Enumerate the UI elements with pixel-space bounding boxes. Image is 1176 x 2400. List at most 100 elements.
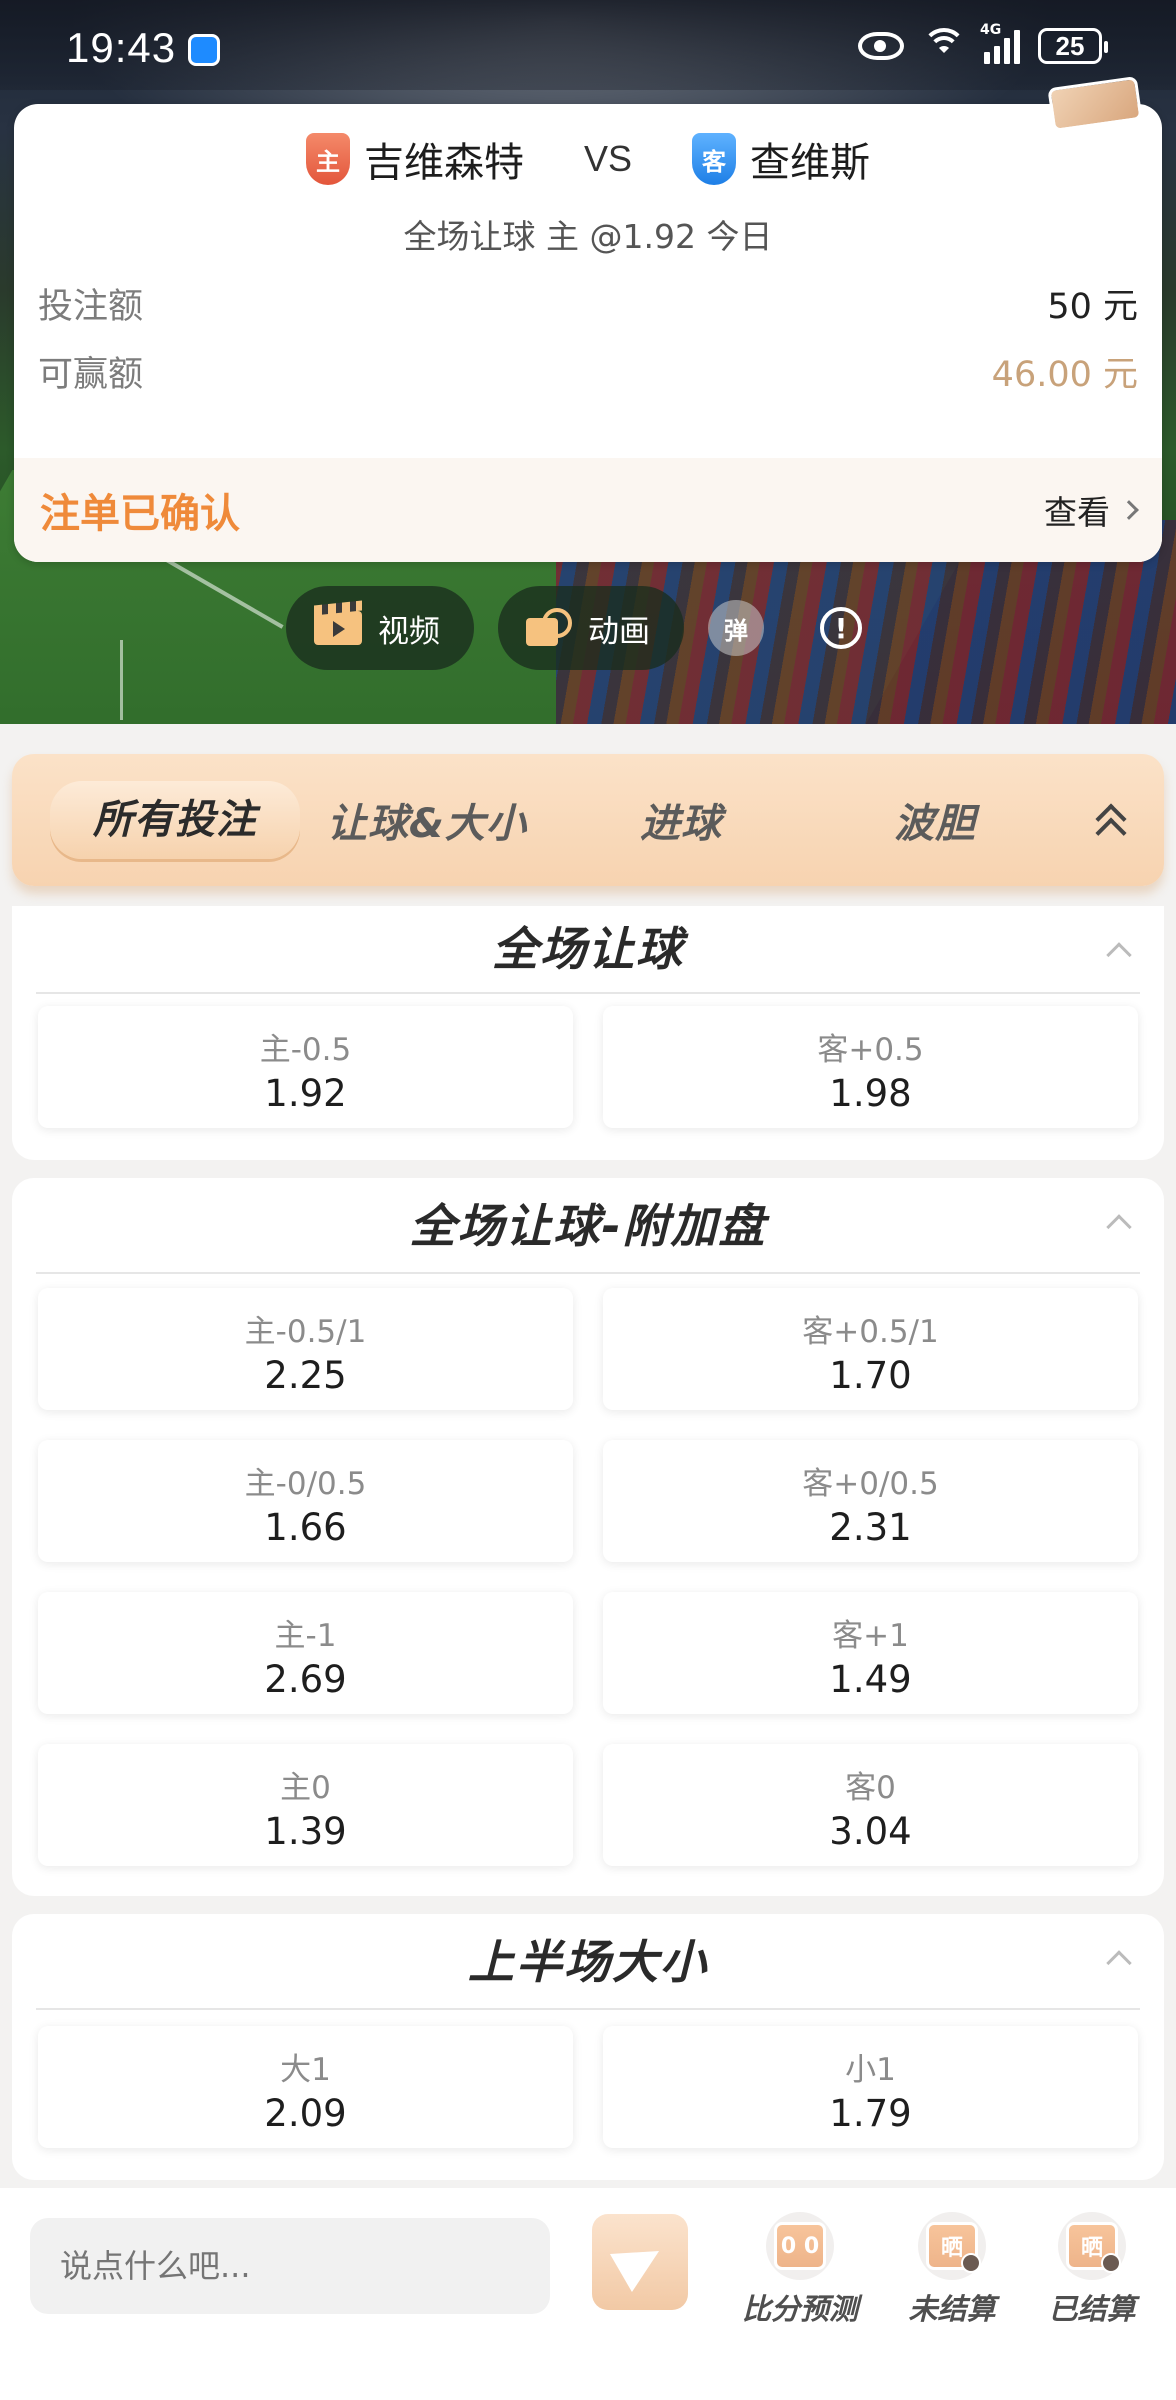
odds-option[interactable]: 主-0/0.5 1.66 xyxy=(38,1440,573,1562)
collapse-tabs-icon[interactable] xyxy=(1092,803,1132,849)
tab-handicap-total[interactable]: 让球&大小 xyxy=(300,791,554,849)
shield-icon xyxy=(188,34,220,66)
bet-confirmation-card: 主 吉维森特 VS 客 查维斯 全场让球 主 @1.92 今日 投注额 50 元… xyxy=(14,104,1162,562)
odds-option[interactable]: 主-0.5/1 2.25 xyxy=(38,1288,573,1410)
video-label: 视频 xyxy=(378,613,440,650)
odds-value: 1.79 xyxy=(829,2092,912,2135)
video-clapper-icon xyxy=(314,611,362,645)
calendar-clock-icon: 晒 xyxy=(918,2212,986,2280)
odds-option[interactable]: 主-0.5 1.92 xyxy=(38,1006,573,1128)
status-bar: 19:43 4G 25 xyxy=(0,0,1176,100)
odds-option[interactable]: 客+1 1.49 xyxy=(603,1592,1138,1714)
confirm-bar: 注单已确认 查看 xyxy=(14,458,1162,562)
pitch-line xyxy=(120,640,123,720)
odds-value: 1.39 xyxy=(264,1810,347,1853)
section-title: 全场让球-附加盘 xyxy=(409,1199,767,1253)
odds-label: 主-1 xyxy=(274,1618,337,1654)
stake-row: 投注额 50 元 xyxy=(38,278,1138,329)
home-team-name: 吉维森特 xyxy=(363,140,524,186)
status-icons: 4G 25 xyxy=(858,22,1108,64)
danmu-toggle-button[interactable]: 弹 xyxy=(708,600,764,656)
tool-label: 比分预测 xyxy=(741,2292,858,2326)
odds-option[interactable]: 客+0.5 1.98 xyxy=(603,1006,1138,1128)
away-badge-icon: 客 xyxy=(692,133,737,185)
odds-label: 客0 xyxy=(845,1770,896,1806)
odds-option[interactable]: 小1 1.79 xyxy=(603,2026,1138,2148)
stake-value: 50 元 xyxy=(1047,287,1138,327)
chat-input[interactable] xyxy=(30,2218,550,2314)
odds-grid: 主-0.5/1 2.25 客+0.5/1 1.70 主-0/0.5 1.66 客… xyxy=(38,1288,1138,1866)
chevron-right-icon xyxy=(1119,500,1139,520)
media-controls: 视频 动画 弹 ! xyxy=(286,586,862,670)
send-button[interactable] xyxy=(592,2214,688,2310)
video-button[interactable]: 视频 xyxy=(286,586,474,670)
calendar-icon-text: 晒 xyxy=(940,2236,963,2261)
section-title: 全场让球 xyxy=(492,922,684,976)
odds-option[interactable]: 客+0/0.5 2.31 xyxy=(603,1440,1138,1562)
bet-status: 注单已确认 xyxy=(40,491,240,537)
win-value: 46.00 元 xyxy=(991,355,1138,395)
odds-label: 客+0.5 xyxy=(817,1032,924,1068)
odds-option[interactable]: 大1 2.09 xyxy=(38,2026,573,2148)
odds-grid: 大1 2.09 小1 1.79 xyxy=(38,2026,1138,2148)
win-label: 可赢额 xyxy=(38,355,144,395)
paper-plane-icon xyxy=(609,2231,671,2293)
signal-icon: 4G xyxy=(980,22,1020,64)
odds-label: 客+0.5/1 xyxy=(802,1314,939,1350)
odds-value: 1.92 xyxy=(264,1072,347,1115)
divider xyxy=(36,992,1140,994)
battery-icon: 25 xyxy=(1038,28,1108,64)
market-section: 全场让球-附加盘 主-0.5/1 2.25 客+0.5/1 1.70 主-0/0… xyxy=(12,1178,1164,1896)
home-badge-icon: 主 xyxy=(305,133,350,185)
settled-button[interactable]: 晒 已结算 xyxy=(1032,2212,1152,2328)
away-team: 客 查维斯 xyxy=(692,130,870,188)
calendar-icon-text: 晒 xyxy=(1080,2236,1103,2261)
calendar-score-icon: 0 0 xyxy=(766,2212,834,2280)
odds-option[interactable]: 客0 3.04 xyxy=(603,1744,1138,1866)
market-tabs: 所有投注 让球&大小 进球 波胆 xyxy=(12,754,1164,886)
divider xyxy=(36,2008,1140,2010)
odds-value: 2.69 xyxy=(264,1658,347,1701)
odds-label: 客+1 xyxy=(832,1618,909,1654)
animation-button[interactable]: 动画 xyxy=(498,586,684,670)
tab-correct-score[interactable]: 波胆 xyxy=(808,791,1062,849)
animation-label: 动画 xyxy=(588,613,650,650)
network-type: 4G xyxy=(980,22,1002,38)
odds-label: 客+0/0.5 xyxy=(802,1466,939,1502)
win-row: 可赢额 46.00 元 xyxy=(38,346,1138,397)
odds-value: 3.04 xyxy=(829,1810,912,1853)
odds-value: 1.66 xyxy=(264,1506,347,1549)
odds-value: 1.49 xyxy=(829,1658,912,1701)
odds-label: 主-0.5/1 xyxy=(244,1314,367,1350)
odds-label: 主-0.5 xyxy=(259,1032,352,1068)
odds-option[interactable]: 客+0.5/1 1.70 xyxy=(603,1288,1138,1410)
unsettled-button[interactable]: 晒 未结算 xyxy=(892,2212,1012,2328)
odds-label: 主-0/0.5 xyxy=(244,1466,367,1502)
odds-value: 2.09 xyxy=(264,2092,347,2135)
view-bet-link[interactable]: 查看 xyxy=(1044,486,1139,534)
info-icon[interactable]: ! xyxy=(820,607,862,649)
odds-option[interactable]: 主-1 2.69 xyxy=(38,1592,573,1714)
odds-label: 小1 xyxy=(845,2052,896,2088)
calendar-icon-text: 0 0 xyxy=(774,2222,826,2270)
odds-value: 2.25 xyxy=(264,1354,347,1397)
tab-goals[interactable]: 进球 xyxy=(554,791,808,849)
vs-label: VS xyxy=(583,138,633,179)
tool-label: 已结算 xyxy=(1048,2292,1136,2326)
odds-option[interactable]: 主0 1.39 xyxy=(38,1744,573,1866)
home-team: 主 吉维森特 xyxy=(305,130,524,188)
odds-value: 1.98 xyxy=(829,1072,912,1115)
market-section: 全场让球 主-0.5 1.92 客+0.5 1.98 xyxy=(12,906,1164,1160)
tool-label: 未结算 xyxy=(908,2292,996,2326)
bet-description: 全场让球 主 @1.92 今日 xyxy=(403,217,773,256)
tab-all-bets[interactable]: 所有投注 xyxy=(50,781,300,859)
score-prediction-button[interactable]: 0 0 比分预测 xyxy=(740,2212,860,2328)
animation-icon xyxy=(526,608,572,648)
status-time: 19:43 xyxy=(66,24,177,71)
calendar-check-icon: 晒 xyxy=(1058,2212,1126,2280)
odds-label: 大1 xyxy=(280,2052,331,2088)
market-section: 上半场大小 大1 2.09 小1 1.79 xyxy=(12,1914,1164,2180)
bottom-bar: 0 0 比分预测 晒 未结算 晒 已结算 xyxy=(0,2188,1176,2400)
stake-label: 投注额 xyxy=(38,287,144,327)
odds-value: 1.70 xyxy=(829,1354,912,1397)
